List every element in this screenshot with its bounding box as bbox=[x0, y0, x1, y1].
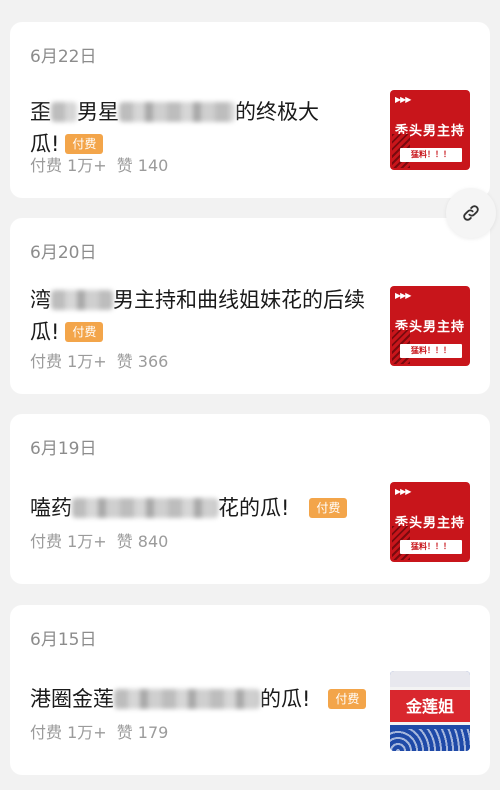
paid-count: 付费 1万+ bbox=[30, 723, 107, 742]
thumbnail-strip-text: 猛料！！！ bbox=[400, 148, 462, 162]
thumbnail-strip-text: 猛料！！！ bbox=[400, 344, 462, 358]
post-thumbnail[interactable]: 金莲姐 bbox=[390, 671, 470, 751]
thumbnail-strip-text: 猛料！！！ bbox=[400, 540, 462, 554]
title-text: 港圈金莲 bbox=[30, 687, 114, 711]
share-link-button[interactable] bbox=[446, 188, 496, 238]
post-title[interactable]: 港圈金莲 的瓜! 付费 bbox=[30, 683, 380, 715]
paid-count: 付费 1万+ bbox=[30, 532, 107, 551]
like-count: 赞 840 bbox=[116, 532, 169, 551]
redacted-text bbox=[114, 689, 260, 709]
arrow-decoration-icon: ▶▶▶ bbox=[395, 487, 412, 496]
title-text: 男主持和曲线姐妹花的后续 bbox=[113, 288, 365, 312]
paid-badge: 付费 bbox=[65, 322, 104, 342]
like-count: 赞 140 bbox=[116, 156, 169, 175]
arrow-decoration-icon: ▶▶▶ bbox=[395, 95, 412, 104]
post-date: 6月15日 bbox=[30, 630, 97, 650]
post-title[interactable]: 嗑药 花的瓜! 付费 bbox=[30, 492, 380, 524]
post-date: 6月19日 bbox=[30, 439, 97, 459]
paid-badge: 付费 bbox=[309, 498, 348, 518]
post-meta: 付费 1万+ 赞 179 bbox=[30, 719, 178, 743]
redacted-text bbox=[72, 498, 218, 518]
redacted-text bbox=[119, 102, 235, 122]
post-card[interactable]: 6月22日 歪男星 的终极大 瓜! 付费 付费 1万+ 赞 140 ▶▶▶ 秃头男主持… bbox=[10, 22, 490, 198]
thumbnail-caption: 金莲姐 bbox=[405, 697, 454, 716]
post-card[interactable]: 6月20日 湾 男主持和曲线姐妹花的后续 瓜! 付费 付费 1万+ 赞 366 ▶▶▶… bbox=[10, 218, 490, 394]
title-text: 嗑药 bbox=[30, 496, 72, 520]
paid-badge: 付费 bbox=[328, 689, 367, 709]
arrow-decoration-icon: ▶▶▶ bbox=[395, 291, 412, 300]
post-title[interactable]: 湾 男主持和曲线姐妹花的后续 瓜! 付费 bbox=[30, 284, 370, 348]
title-text: 歪 bbox=[30, 100, 51, 124]
title-text: 的瓜! bbox=[260, 687, 311, 711]
post-date: 6月22日 bbox=[30, 47, 97, 67]
title-text: 的终极大 bbox=[235, 100, 319, 124]
title-text: 瓜! bbox=[30, 320, 60, 344]
paid-badge: 付费 bbox=[65, 134, 104, 154]
redacted-text bbox=[51, 290, 113, 310]
title-text: 男星 bbox=[77, 100, 119, 124]
post-feed: 6月22日 歪男星 的终极大 瓜! 付费 付费 1万+ 赞 140 ▶▶▶ 秃头男主持… bbox=[0, 0, 500, 790]
post-card[interactable]: 6月19日 嗑药 花的瓜! 付费 付费 1万+ 赞 840 ▶▶▶ 秃头男主持 猛料！… bbox=[10, 414, 490, 584]
redacted-text bbox=[51, 102, 77, 122]
post-thumbnail[interactable]: ▶▶▶ 秃头男主持 猛料！！！ bbox=[390, 286, 470, 366]
post-meta: 付费 1万+ 赞 366 bbox=[30, 348, 178, 372]
post-thumbnail[interactable]: ▶▶▶ 秃头男主持 猛料！！！ bbox=[390, 90, 470, 170]
like-count: 赞 366 bbox=[116, 352, 169, 371]
post-thumbnail[interactable]: ▶▶▶ 秃头男主持 猛料！！！ bbox=[390, 482, 470, 562]
post-meta: 付费 1万+ 赞 140 bbox=[30, 152, 178, 176]
post-title[interactable]: 歪男星 的终极大 瓜! 付费 bbox=[30, 96, 370, 160]
wave-decoration bbox=[390, 729, 470, 751]
post-meta: 付费 1万+ 赞 840 bbox=[30, 528, 178, 552]
paid-count: 付费 1万+ bbox=[30, 156, 107, 175]
paid-count: 付费 1万+ bbox=[30, 352, 107, 371]
title-text: 花的瓜! bbox=[218, 496, 290, 520]
post-date: 6月20日 bbox=[30, 243, 97, 263]
title-text: 湾 bbox=[30, 288, 51, 312]
post-card[interactable]: 6月15日 港圈金莲 的瓜! 付费 付费 1万+ 赞 179 金莲姐 bbox=[10, 605, 490, 775]
like-count: 赞 179 bbox=[116, 723, 169, 742]
